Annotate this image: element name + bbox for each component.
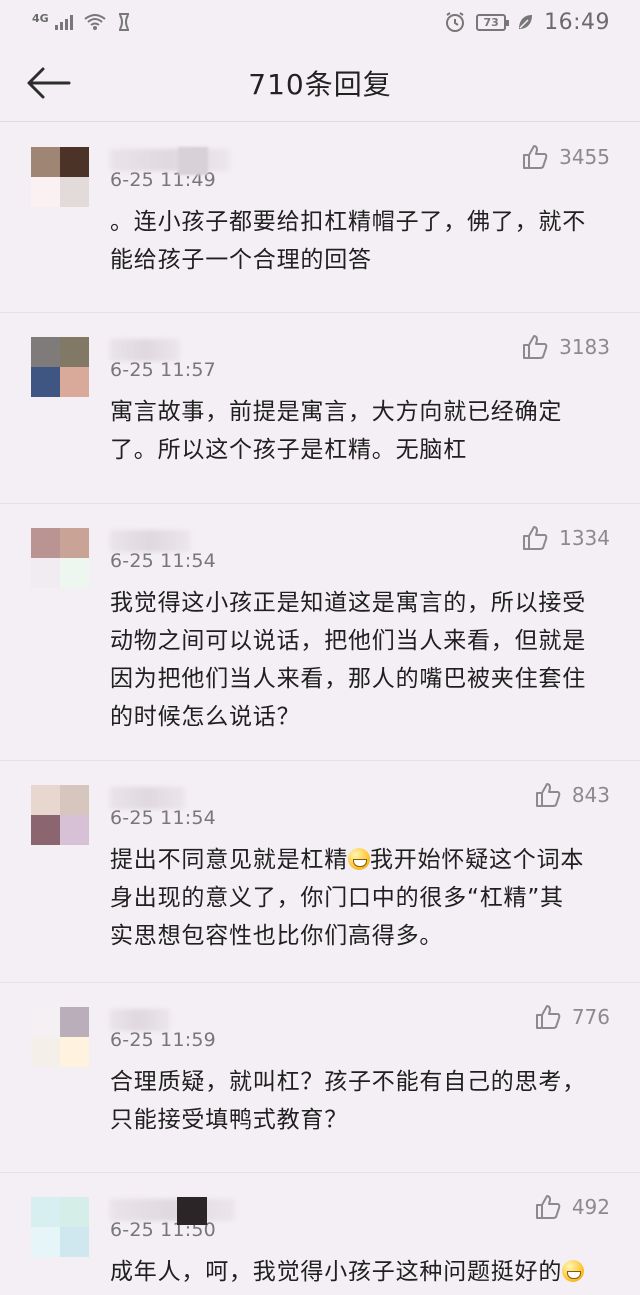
- like-button[interactable]: 1334: [521, 524, 610, 552]
- thumbs-up-icon: [535, 1195, 561, 1219]
- wifi-icon: [84, 14, 106, 30]
- like-button[interactable]: 843: [534, 781, 610, 809]
- like-count: 1334: [559, 526, 610, 550]
- comment-text: 成年人，呵，我觉得小孩子这种问题挺好的: [110, 1253, 612, 1291]
- like-count: 776: [571, 1005, 610, 1029]
- comment-item: 776 6-25 11:59 合理质疑，就叫杠？孩子不能有自己的思考， 只能接受…: [0, 983, 640, 1173]
- comment-item: 492 6-25 11:50 成年人，呵，我觉得小孩子这种问题挺好的: [0, 1173, 640, 1295]
- avatar[interactable]: [31, 785, 89, 845]
- comment-item: 3183 6-25 11:57 寓言故事，前提是寓言，大方向就已经确定 了。所以…: [0, 313, 640, 504]
- avatar[interactable]: [31, 1197, 89, 1257]
- comment-text: 。连小孩子都要给扣杠精帽子了，佛了，就不 能给孩子一个合理的回答: [110, 209, 586, 273]
- like-button[interactable]: 776: [534, 1003, 610, 1031]
- comment-list: 3455 6-25 11:49 。连小孩子都要给扣杠精帽子了，佛了，就不 能给孩…: [0, 123, 640, 1295]
- avatar[interactable]: [31, 337, 89, 397]
- comment-item: 1334 6-25 11:54 我觉得这小孩正是知道这是寓言的，所以接受 动物之…: [0, 504, 640, 761]
- like-count: 492: [571, 1195, 610, 1219]
- comment-text-part: 提出不同意见就是杠精: [110, 847, 348, 873]
- network-type: 4G: [32, 11, 49, 25]
- signal-icon: [54, 14, 73, 30]
- status-bar: 4G 73 16:49: [0, 0, 640, 44]
- like-button[interactable]: 3183: [521, 333, 610, 361]
- like-count: 843: [571, 783, 610, 807]
- alarm-clock-icon: [446, 12, 465, 32]
- like-count: 3455: [559, 145, 610, 169]
- status-right: 73 16:49: [444, 10, 610, 35]
- page-title: 710条回复: [248, 67, 392, 101]
- comment-text: 提出不同意见就是杠精 我开始怀疑这个词本 身出现的意义了，你门口中的很多“杠精”其…: [110, 841, 612, 955]
- comment-text: 寓言故事，前提是寓言，大方向就已经确定 了。所以这个孩子是杠精。无脑杠: [110, 399, 563, 463]
- leaf-icon: [519, 15, 533, 29]
- page-header: 710条回复: [0, 44, 640, 122]
- status-left: 4G: [32, 13, 131, 31]
- thumbs-up-icon: [523, 335, 548, 359]
- status-time: 16:49: [544, 9, 610, 35]
- battery-icon: 73: [476, 13, 510, 31]
- hourglass-icon: [118, 13, 129, 31]
- grinning-emoji-icon: [562, 1260, 585, 1282]
- avatar[interactable]: [31, 1007, 89, 1067]
- comment-text: 合理质疑，就叫杠？孩子不能有自己的思考， 只能接受填鸭式教育？: [110, 1069, 586, 1133]
- like-button[interactable]: 492: [534, 1193, 610, 1221]
- thumbs-up-icon: [535, 783, 561, 807]
- comment-item: 843 6-25 11:54 提出不同意见就是杠精 我开始怀疑这个词本 身出现的意…: [0, 761, 640, 983]
- comment-item: 3455 6-25 11:49 。连小孩子都要给扣杠精帽子了，佛了，就不 能给孩…: [0, 123, 640, 313]
- thumbs-up-icon: [535, 1005, 561, 1029]
- thumbs-up-icon: [523, 145, 548, 169]
- avatar[interactable]: [31, 147, 89, 207]
- comment-text-part: 成年人，呵，我觉得小孩子这种问题挺好的: [110, 1259, 563, 1285]
- like-button[interactable]: 3455: [521, 143, 610, 171]
- battery-level: 73: [483, 15, 499, 29]
- avatar[interactable]: [31, 528, 89, 588]
- arrow-left-icon: [27, 67, 71, 99]
- grinning-emoji-icon: [348, 848, 370, 870]
- comment-text: 我觉得这小孩正是知道这是寓言的，所以接受 动物之间可以说话，把他们当人来看，但就…: [110, 590, 586, 730]
- like-count: 3183: [559, 335, 610, 359]
- thumbs-up-icon: [523, 526, 548, 550]
- back-button[interactable]: [24, 62, 72, 104]
